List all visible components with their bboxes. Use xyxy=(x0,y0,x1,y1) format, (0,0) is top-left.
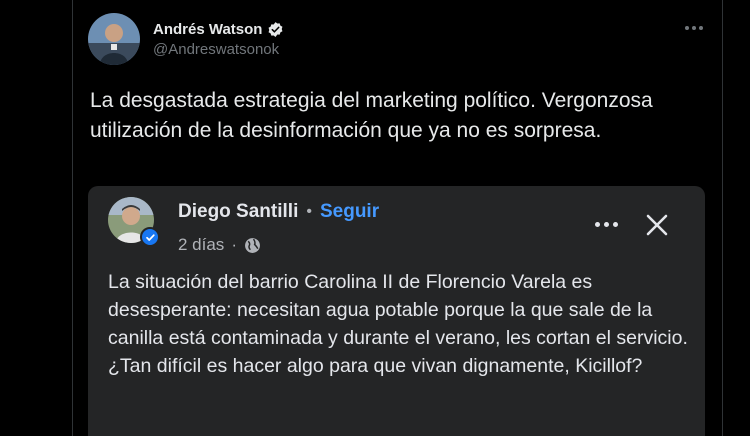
embed-author-name[interactable]: Diego Santilli xyxy=(178,201,298,223)
globe-icon xyxy=(245,237,260,253)
tweet-text: La desgastada estrategia del marketing p… xyxy=(90,89,653,142)
timeline-border-right xyxy=(722,0,723,436)
embed-post-text: La situación del barrio Carolina II de F… xyxy=(108,271,688,377)
embedded-facebook-post[interactable]: Diego Santilli • Seguir 2 días · La situ… xyxy=(88,186,705,436)
embed-name-row: Diego Santilli • Seguir xyxy=(178,201,379,223)
embed-timestamp[interactable]: 2 días xyxy=(178,235,224,255)
follow-button[interactable]: Seguir xyxy=(320,201,379,223)
close-icon[interactable] xyxy=(644,212,670,238)
tweet-header: Andrés Watson @Andreswatsonok xyxy=(88,12,284,66)
author-name[interactable]: Andrés Watson xyxy=(153,21,262,38)
author-info: Andrés Watson @Andreswatsonok xyxy=(153,21,284,58)
dot-icon xyxy=(603,221,609,227)
embed-avatar-container xyxy=(108,197,160,247)
ellipsis-icon xyxy=(685,26,703,30)
embed-verified-icon xyxy=(140,227,160,247)
dot-icon xyxy=(594,221,600,227)
embed-meta-separator: · xyxy=(231,235,237,254)
author-handle[interactable]: @Andreswatsonok xyxy=(153,41,284,58)
dot-icon xyxy=(612,221,618,227)
tweet-more-button[interactable] xyxy=(680,14,708,42)
embed-meta: 2 días · xyxy=(178,235,261,255)
verified-badge-icon xyxy=(269,21,283,37)
author-avatar[interactable] xyxy=(88,13,140,65)
embed-separator: • xyxy=(306,203,312,220)
embed-more-button[interactable] xyxy=(591,214,621,234)
timeline-border-left xyxy=(72,0,73,436)
